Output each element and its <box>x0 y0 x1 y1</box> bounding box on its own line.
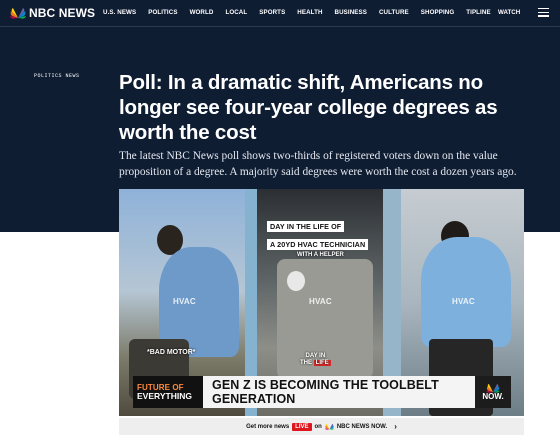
article-headline: Poll: In a dramatic shift, Americans no … <box>119 71 498 144</box>
the-text: THE <box>300 360 312 366</box>
peacock-logo-icon <box>10 8 26 19</box>
nav-link-shopping[interactable]: SHOPPING <box>421 9 454 16</box>
day-in-life-caption: DAY IN THE LIFE <box>300 353 331 367</box>
nav-link-world[interactable]: WORLD <box>190 9 214 16</box>
nav-divider <box>0 26 560 27</box>
top-nav: NBC NEWS U.S. NEWS POLITICS WORLD LOCAL … <box>0 0 560 26</box>
live-badge: LIVE <box>292 422 312 431</box>
promo-on: on <box>314 423 322 430</box>
nav-link-us-news[interactable]: U.S. NEWS <box>103 9 136 16</box>
future-of-everything-brand: FUTURE OF EVERYTHING <box>133 376 203 408</box>
caption-line-1: DAY IN THE LIFE OF <box>267 221 345 232</box>
now-label: NOW. <box>482 392 504 401</box>
hvac-watermark: HVAC <box>173 297 196 306</box>
lower-third-title: GEN Z IS BECOMING THE TOOLBELT GENERATIO… <box>203 376 475 408</box>
chevron-right-icon: › <box>394 422 397 431</box>
day-in-text: DAY IN <box>305 353 326 359</box>
nav-link-local[interactable]: LOCAL <box>225 9 247 16</box>
hamburger-menu-icon[interactable] <box>538 8 549 17</box>
article-dek: The latest NBC News poll shows two-third… <box>119 150 517 178</box>
hvac-watermark: HVAC <box>309 297 332 306</box>
caption-line-2: A 20YD HVAC TECHNICIAN <box>267 239 369 250</box>
hand <box>287 271 305 291</box>
nav-link-culture[interactable]: CULTURE <box>379 9 409 16</box>
watch-link[interactable]: WATCH <box>498 9 520 16</box>
section-label[interactable]: POLITICS NEWS <box>34 73 80 79</box>
brand-line-2: EVERYTHING <box>137 390 192 401</box>
promo-prefix: Get more news <box>246 423 290 430</box>
hvac-watermark: HVAC <box>452 297 475 306</box>
caption-sub: WITH A HELPER <box>297 252 344 258</box>
nav-links: U.S. NEWS POLITICS WORLD LOCAL SPORTS HE… <box>103 9 503 16</box>
nbc-now-logo: NOW. <box>475 376 511 408</box>
nav-link-business[interactable]: BUSINESS <box>335 9 367 16</box>
nav-link-politics[interactable]: POLITICS <box>148 9 177 16</box>
video-caption: DAY IN THE LIFE OF A 20YD HVAC TECHNICIA… <box>267 216 379 258</box>
peacock-icon <box>324 423 334 430</box>
promo-brand: NBC NEWS NOW. <box>336 423 388 430</box>
nav-link-tipline[interactable]: TIPLINE <box>466 9 490 16</box>
video-lower-third: FUTURE OF EVERYTHING GEN Z IS BECOMING T… <box>133 376 511 408</box>
worker-hoodie <box>421 237 511 347</box>
nbc-news-now-promo[interactable]: Get more news LIVE on NBC NEWS NOW. › <box>119 418 524 435</box>
nav-link-health[interactable]: HEALTH <box>297 9 322 16</box>
nav-link-sports[interactable]: SPORTS <box>259 9 285 16</box>
video-player[interactable]: DAY IN THE LIFE OF A 20YD HVAC TECHNICIA… <box>119 189 524 416</box>
logo-text: NBC NEWS <box>29 6 96 20</box>
site-logo[interactable]: NBC NEWS <box>10 6 95 20</box>
life-text: LIFE <box>313 360 331 366</box>
bad-motor-caption: *BAD MOTOR* <box>147 349 196 356</box>
